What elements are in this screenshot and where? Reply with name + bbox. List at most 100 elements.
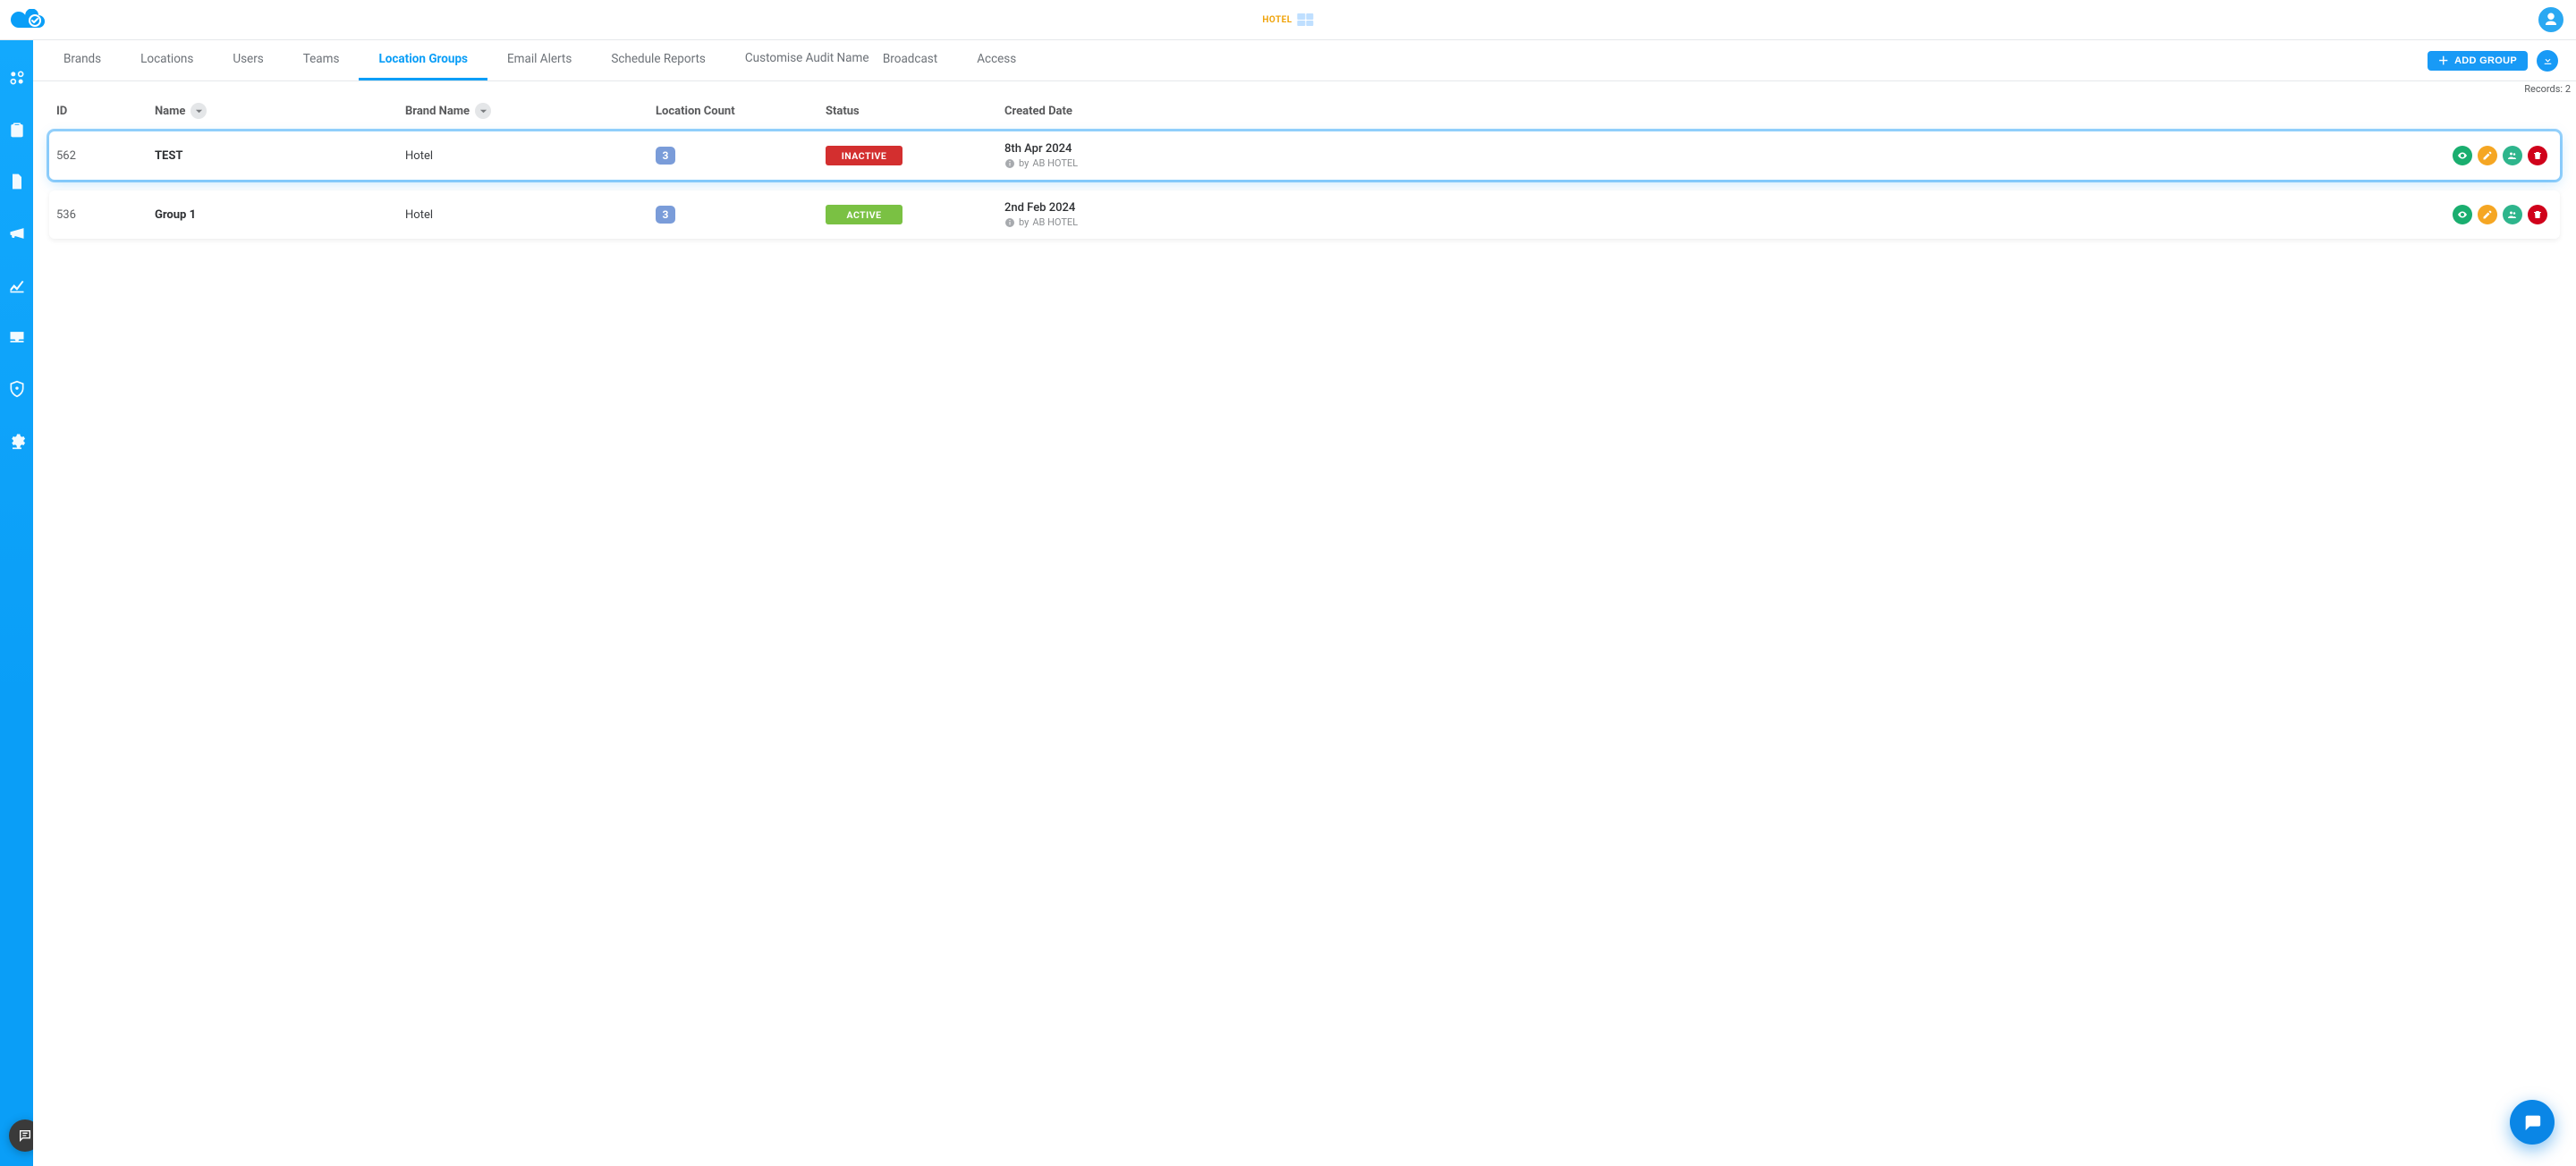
document-icon bbox=[8, 173, 26, 190]
sidebar-settings[interactable] bbox=[6, 430, 28, 452]
sidebar-analytics[interactable] bbox=[6, 275, 28, 296]
tabs-row: Brands Locations Users Teams Location Gr… bbox=[33, 40, 2576, 81]
cell-actions bbox=[1192, 146, 2553, 165]
download-icon bbox=[2542, 55, 2554, 66]
sidebar bbox=[0, 40, 33, 1166]
content-area: ID Name Brand Name Location Count Status… bbox=[33, 81, 2576, 1166]
tab-access[interactable]: Access bbox=[957, 40, 1036, 80]
pencil-icon bbox=[2482, 150, 2493, 161]
clipboard-icon bbox=[8, 121, 26, 139]
cell-status: ACTIVE bbox=[826, 205, 1004, 224]
col-status: Status bbox=[826, 103, 1004, 119]
cell-id: 562 bbox=[56, 149, 155, 163]
user-icon bbox=[2543, 12, 2559, 28]
location-count-badge: 3 bbox=[656, 206, 675, 224]
sort-name[interactable] bbox=[191, 103, 207, 119]
cell-location-count: 3 bbox=[656, 206, 826, 224]
sidebar-security[interactable] bbox=[6, 378, 28, 400]
dashboard-icon bbox=[8, 69, 26, 87]
tab-locations[interactable]: Locations bbox=[121, 40, 213, 80]
download-button[interactable] bbox=[2537, 50, 2558, 72]
cell-location-count: 3 bbox=[656, 147, 826, 165]
sidebar-dashboard[interactable] bbox=[6, 67, 28, 89]
table-header: ID Name Brand Name Location Count Status… bbox=[49, 97, 2560, 131]
col-created-date: Created Date bbox=[1004, 103, 1192, 119]
trash-icon bbox=[2532, 209, 2543, 220]
chat-lines-icon bbox=[18, 1128, 32, 1143]
sidebar-reports[interactable] bbox=[6, 171, 28, 192]
delete-button[interactable] bbox=[2528, 205, 2547, 224]
brand-grid-icon bbox=[1298, 13, 1314, 26]
sidebar-broadcast[interactable] bbox=[6, 223, 28, 244]
col-location-count: Location Count bbox=[656, 103, 826, 119]
megaphone-icon bbox=[8, 224, 26, 242]
info-icon bbox=[1004, 158, 1015, 169]
users-icon bbox=[2507, 209, 2518, 220]
col-name[interactable]: Name bbox=[155, 103, 405, 119]
plus-icon: ＋ bbox=[2438, 55, 2449, 66]
shield-icon bbox=[8, 380, 26, 398]
eye-icon bbox=[2457, 209, 2468, 220]
created-byline: by AB HOTEL bbox=[1004, 216, 1192, 228]
view-button[interactable] bbox=[2453, 146, 2472, 165]
page-brand-title: HOTEL bbox=[1262, 13, 1313, 26]
status-badge: ACTIVE bbox=[826, 205, 902, 224]
tab-teams[interactable]: Teams bbox=[284, 40, 360, 80]
status-badge: INACTIVE bbox=[826, 146, 902, 165]
pencil-icon bbox=[2482, 209, 2493, 220]
tab-brands[interactable]: Brands bbox=[44, 40, 121, 80]
speech-bubble-icon bbox=[2522, 1112, 2542, 1132]
edit-button[interactable] bbox=[2478, 146, 2497, 165]
cell-brand: Hotel bbox=[405, 208, 656, 222]
gear-icon bbox=[8, 432, 26, 450]
tab-location-groups[interactable]: Location Groups bbox=[359, 40, 487, 80]
table-row[interactable]: 536 Group 1 Hotel 3 ACTIVE 2nd Feb 2024 … bbox=[49, 190, 2560, 239]
created-date: 8th Apr 2024 bbox=[1004, 142, 1192, 156]
tab-customise-audit-name[interactable]: Customise Audit Name bbox=[725, 40, 863, 80]
tab-users[interactable]: Users bbox=[213, 40, 283, 80]
info-icon bbox=[1004, 217, 1015, 228]
cell-id: 536 bbox=[56, 208, 155, 222]
location-count-badge: 3 bbox=[656, 147, 675, 165]
users-icon bbox=[2507, 150, 2518, 161]
users-button[interactable] bbox=[2503, 205, 2522, 224]
inbox-icon bbox=[8, 328, 26, 346]
users-button[interactable] bbox=[2503, 146, 2522, 165]
table-rows: 562 TEST Hotel 3 INACTIVE 8th Apr 2024 b… bbox=[49, 131, 2560, 239]
created-byline: by AB HOTEL bbox=[1004, 157, 1192, 169]
sidebar-inbox[interactable] bbox=[6, 326, 28, 348]
topbar: HOTEL bbox=[0, 0, 2576, 40]
cell-name: TEST bbox=[155, 149, 405, 163]
tab-schedule-reports[interactable]: Schedule Reports bbox=[591, 40, 725, 80]
add-group-label: ADD GROUP bbox=[2454, 55, 2517, 66]
brand-name-text: HOTEL bbox=[1262, 15, 1292, 25]
cell-actions bbox=[1192, 205, 2553, 224]
chevron-down-icon bbox=[195, 107, 203, 115]
col-actions bbox=[1192, 103, 2553, 119]
chevron-down-icon bbox=[479, 107, 487, 115]
trash-icon bbox=[2532, 150, 2543, 161]
tab-email-alerts[interactable]: Email Alerts bbox=[487, 40, 591, 80]
cell-name: Group 1 bbox=[155, 208, 405, 222]
sort-brand[interactable] bbox=[475, 103, 491, 119]
add-group-button[interactable]: ＋ ADD GROUP bbox=[2428, 51, 2528, 71]
tabs: Brands Locations Users Teams Location Gr… bbox=[33, 40, 2428, 80]
analytics-icon bbox=[8, 276, 26, 294]
view-button[interactable] bbox=[2453, 205, 2472, 224]
edit-button[interactable] bbox=[2478, 205, 2497, 224]
cell-status: INACTIVE bbox=[826, 146, 1004, 165]
cell-created: 8th Apr 2024 by AB HOTEL bbox=[1004, 142, 1192, 169]
logo[interactable] bbox=[8, 9, 47, 30]
chat-fab[interactable] bbox=[2510, 1100, 2555, 1145]
created-date: 2nd Feb 2024 bbox=[1004, 201, 1192, 215]
profile-avatar-button[interactable] bbox=[2538, 7, 2563, 32]
toolbar-right: ＋ ADD GROUP bbox=[2428, 50, 2558, 72]
cell-brand: Hotel bbox=[405, 149, 656, 163]
tab-broadcast[interactable]: Broadcast bbox=[863, 40, 957, 80]
col-brand[interactable]: Brand Name bbox=[405, 103, 656, 119]
main: Brands Locations Users Teams Location Gr… bbox=[33, 40, 2576, 1166]
table-row[interactable]: 562 TEST Hotel 3 INACTIVE 8th Apr 2024 b… bbox=[49, 131, 2560, 180]
cell-created: 2nd Feb 2024 by AB HOTEL bbox=[1004, 201, 1192, 228]
sidebar-audits[interactable] bbox=[6, 119, 28, 140]
delete-button[interactable] bbox=[2528, 146, 2547, 165]
